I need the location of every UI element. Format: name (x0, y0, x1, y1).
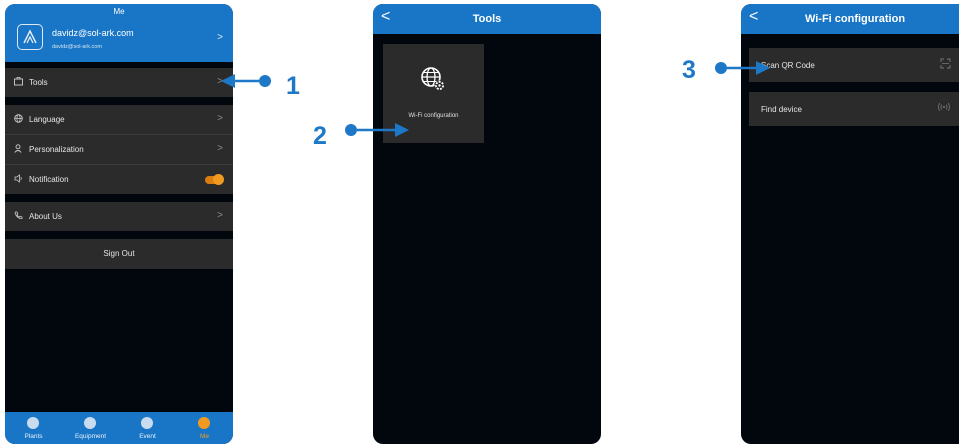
step-number-2: 2 (313, 122, 327, 150)
menu-item-label: Notification (29, 175, 69, 184)
menu-item-language[interactable]: Language > (5, 105, 233, 134)
menu-item-label: Language (29, 115, 65, 124)
toggle-knob (213, 174, 224, 185)
scan-icon (940, 58, 951, 71)
menu-item-label: Personalization (29, 145, 84, 154)
menu-item-label: Tools (29, 78, 48, 87)
page-title: Tools (472, 13, 502, 25)
equipment-icon (84, 417, 96, 429)
alert-icon (141, 417, 153, 429)
page-title: Me (113, 7, 125, 16)
wifi-header: < Wi-Fi configuration (741, 4, 959, 34)
chevron-right-icon: > (217, 210, 223, 221)
toolbox-icon (14, 77, 24, 87)
find-device-row[interactable]: Find device (749, 92, 959, 126)
tab-label: Equipment (74, 433, 107, 440)
phone-icon (14, 211, 24, 221)
scan-qr-code-row[interactable]: Scan QR Code (749, 48, 959, 82)
menu-item-about-us[interactable]: About Us > (5, 202, 233, 231)
sign-out-button[interactable]: Sign Out (5, 239, 233, 269)
tab-label: Plants (24, 433, 43, 440)
plants-icon (27, 417, 39, 429)
step-number-1: 1 (286, 72, 300, 100)
speaker-icon (14, 174, 24, 184)
user-icon (198, 417, 210, 429)
menu-item-personalization[interactable]: Personalization > (5, 135, 233, 164)
tab-event[interactable]: Event (119, 412, 176, 444)
me-header: Me davidz@sol-ark.com davidz@sol-ark.com… (5, 4, 233, 62)
sol-ark-logo-icon (17, 24, 43, 50)
tools-screen: < Tools Wi-Fi configuration (373, 4, 601, 444)
chevron-right-icon[interactable]: > (217, 32, 223, 43)
person-icon (14, 144, 24, 154)
wifi-configuration-screen: < Wi-Fi configuration Scan QR Code Find … (741, 4, 959, 444)
tab-plants[interactable]: Plants (5, 412, 62, 444)
tab-equipment[interactable]: Equipment (62, 412, 119, 444)
menu-item-label: About Us (29, 212, 62, 221)
tab-me[interactable]: Me (176, 412, 233, 444)
bottom-tab-bar: Plants Equipment Event Me (5, 412, 233, 444)
globe-settings-icon (421, 67, 445, 91)
tab-label: Me (199, 433, 210, 440)
globe-icon (14, 114, 24, 124)
tile-label: Wi-Fi configuration (408, 113, 459, 119)
chevron-right-icon: > (217, 113, 223, 124)
wifi-configuration-tile[interactable]: Wi-Fi configuration (383, 44, 484, 143)
notification-toggle[interactable] (205, 174, 224, 185)
tab-label: Event (139, 433, 156, 440)
me-screen: Me davidz@sol-ark.com davidz@sol-ark.com… (5, 4, 233, 444)
wireless-signal-icon (937, 102, 951, 114)
sign-out-label: Sign Out (103, 249, 135, 258)
profile-name[interactable]: davidz@sol-ark.com (52, 28, 134, 38)
row-label: Find device (761, 105, 802, 114)
chevron-right-icon: > (217, 143, 223, 154)
profile-email: davidz@sol-ark.com (52, 44, 102, 50)
tools-header: < Tools (373, 4, 601, 34)
chevron-right-icon: > (217, 76, 223, 87)
step-number-3: 3 (682, 56, 696, 84)
row-label: Scan QR Code (761, 61, 815, 70)
page-title: Wi-Fi configuration (804, 13, 906, 25)
menu-item-notification[interactable]: Notification (5, 165, 233, 194)
menu-item-tools[interactable]: Tools > (5, 68, 233, 97)
